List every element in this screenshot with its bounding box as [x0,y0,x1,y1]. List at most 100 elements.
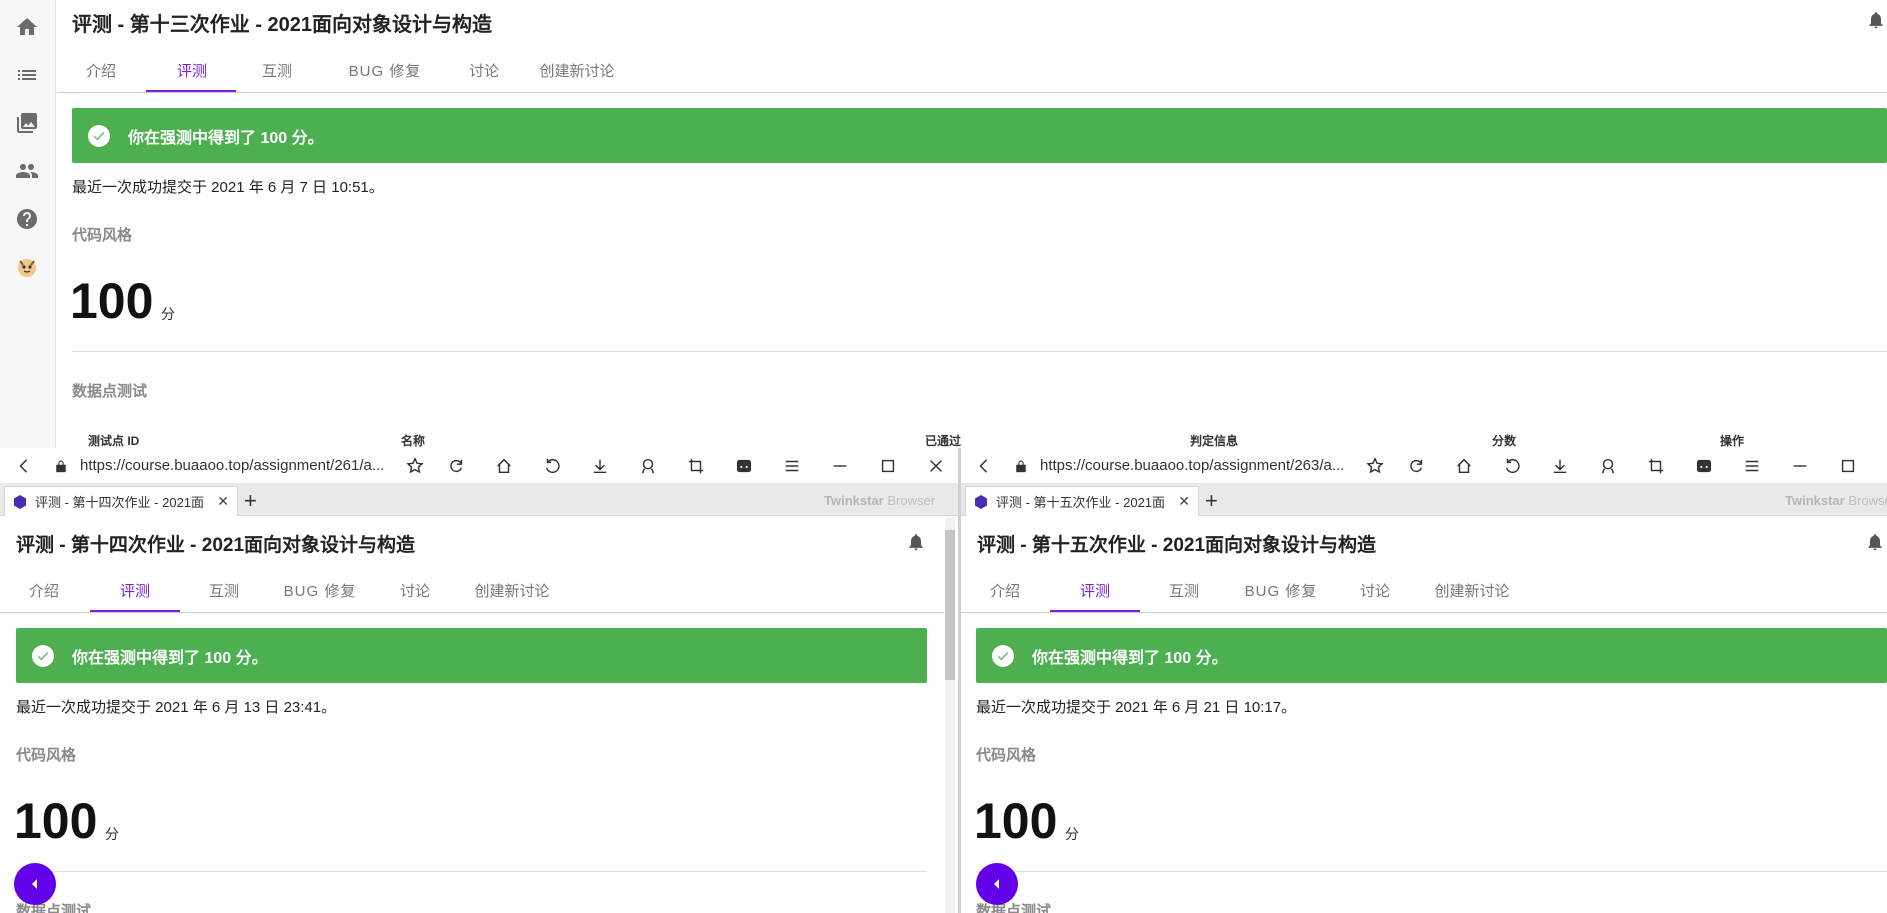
browser-tab[interactable]: 评测 - 第十四次作业 - 2021面 ✕ [4,486,238,516]
left-browser-window: https://course.buaaoo.top/assignment/261… [0,448,960,913]
success-banner: 你在强测中得到了 100 分。 [976,628,1887,683]
page-title: 评测 - 第十三次作业 - 2021面向对象设计与构造 [72,14,493,36]
new-tab-icon[interactable]: + [244,488,257,514]
bell-icon[interactable] [906,532,928,554]
home-icon[interactable] [494,456,514,476]
address-bar: https://course.buaaoo.top/assignment/261… [0,448,960,484]
tab-new-discussion[interactable]: 创建新讨论 [1422,580,1522,601]
tab-mutual-test[interactable]: 互测 [237,60,317,81]
check-circle-icon [992,644,1014,667]
bell-icon[interactable] [1866,10,1887,32]
back-icon[interactable] [974,456,994,476]
tab-bug-fix[interactable]: BUG 修复 [1231,580,1331,601]
collapse-button[interactable] [14,863,56,905]
star-icon[interactable] [1365,456,1385,476]
code-style-title: 代码风格 [72,227,133,244]
scrollbar[interactable] [945,518,955,913]
tab-intro[interactable]: 介绍 [72,60,130,81]
caret-left-icon [994,879,999,889]
incognito-icon[interactable] [734,456,754,476]
browser-tab-title: 评测 - 第十四次作业 - 2021面 [35,495,205,510]
new-tab-icon[interactable]: + [1205,488,1218,514]
close-tab-icon[interactable]: ✕ [1178,493,1190,510]
th-actions: 操作 [1720,434,1745,448]
th-score: 分数 [1492,434,1517,448]
url-field[interactable]: https://course.buaaoo.top/assignment/261… [80,457,384,474]
code-style-title: 代码风格 [16,747,77,764]
tab-active-indicator [90,610,180,612]
tab-mutual-test[interactable]: 互测 [1144,580,1224,601]
home-icon[interactable] [14,14,40,40]
collapse-button[interactable] [976,863,1018,905]
user-icon[interactable] [638,456,658,476]
success-banner: 你在强测中得到了 100 分。 [16,628,927,683]
browser-brand: Twinkstar Browser [824,493,936,508]
download-icon[interactable] [1550,456,1570,476]
success-banner: 你在强测中得到了 100 分。 [72,108,1887,163]
divider [976,871,1887,872]
score-unit: 分 [161,306,175,322]
tab-bug-fix[interactable]: BUG 修复 [270,580,370,601]
tab-intro[interactable]: 介绍 [15,580,73,601]
crop-icon[interactable] [1646,456,1666,476]
tab-bug-fix[interactable]: BUG 修复 [335,60,435,81]
tab-mutual-test[interactable]: 互测 [184,580,264,601]
th-name: 名称 [401,434,426,448]
main-window: 评测 - 第十三次作业 - 2021面向对象设计与构造 介绍 评测 互测 BUG… [0,0,1887,448]
tab-discussion[interactable]: 讨论 [1340,580,1410,601]
check-circle-icon [88,124,110,147]
download-icon[interactable] [590,456,610,476]
browser-tab-strip: 评测 - 第十四次作业 - 2021面 ✕ + Twinkstar Browse… [0,484,960,516]
bell-icon[interactable] [1865,532,1887,554]
incognito-icon[interactable] [1694,456,1714,476]
maximize-icon[interactable] [878,456,898,476]
code-style-score: 100 [70,273,154,329]
maximize-icon[interactable] [1838,456,1858,476]
tab-new-discussion[interactable]: 创建新讨论 [462,580,562,601]
tab-discussion[interactable]: 讨论 [449,60,519,81]
user-icon[interactable] [1598,456,1618,476]
check-circle-icon [32,644,54,667]
browser-tab[interactable]: 评测 - 第十五次作业 - 2021面 ✕ [965,486,1199,516]
help-icon[interactable] [14,206,40,232]
refresh-icon[interactable] [1406,456,1426,476]
crop-icon[interactable] [686,456,706,476]
th-test-id: 测试点 ID [88,434,140,448]
back-icon[interactable] [14,456,34,476]
tab-bar: 介绍 评测 互测 BUG 修复 讨论 创建新讨论 [57,44,1887,93]
lock-icon [54,456,68,476]
tab-judge[interactable]: 评测 [90,580,180,601]
tab-active-indicator [146,90,236,92]
refresh-icon[interactable] [446,456,466,476]
home-icon[interactable] [1454,456,1474,476]
menu-icon[interactable] [1742,456,1762,476]
close-icon[interactable] [926,456,946,476]
minimize-icon[interactable] [830,456,850,476]
banner-text: 你在强测中得到了 100 分。 [72,649,268,667]
scrollbar-thumb[interactable] [945,530,955,680]
banner-text: 你在强测中得到了 100 分。 [1032,649,1228,667]
tab-judge[interactable]: 评测 [147,60,237,81]
tab-judge[interactable]: 评测 [1050,580,1140,601]
tab-discussion[interactable]: 讨论 [380,580,450,601]
minimize-icon[interactable] [1790,456,1810,476]
list-icon[interactable] [14,62,40,88]
close-tab-icon[interactable]: ✕ [217,493,229,510]
photo-library-icon[interactable] [14,110,40,136]
favicon-icon [14,494,26,509]
divider [72,351,1887,352]
banner-text: 你在强测中得到了 100 分。 [128,129,324,147]
tab-new-discussion[interactable]: 创建新讨论 [527,60,627,81]
star-icon[interactable] [405,456,425,476]
undo-icon[interactable] [1502,456,1522,476]
browser-brand: Twinkstar Browser [1785,493,1887,508]
people-icon[interactable] [14,158,40,184]
url-field[interactable]: https://course.buaaoo.top/assignment/263… [1040,457,1344,474]
lock-icon [1014,456,1028,476]
score-unit: 分 [105,826,119,842]
code-style-title: 代码风格 [976,747,1037,764]
menu-icon[interactable] [782,456,802,476]
avatar[interactable] [14,254,40,280]
undo-icon[interactable] [542,456,562,476]
tab-intro[interactable]: 介绍 [976,580,1034,601]
